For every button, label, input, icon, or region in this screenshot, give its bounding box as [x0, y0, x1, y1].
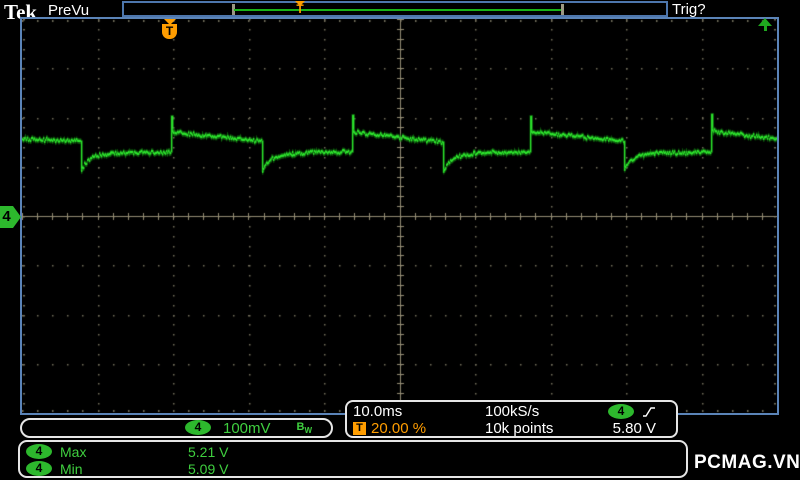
channel-4-position-marker: 4	[0, 206, 21, 228]
oscilloscope-screen: Tek PreVu T Trig? T 4 4 100mV BW 10.0ms …	[0, 0, 800, 480]
record-length: 10k points	[485, 420, 554, 437]
record-window-right-bracket	[561, 4, 564, 15]
trigger-position-percent: 20.00 %	[371, 420, 427, 437]
trigger-position-t: T	[162, 24, 177, 39]
measurement-label: Max	[60, 443, 87, 460]
channel-4-scale: 100mV	[223, 419, 271, 437]
measurement-row-min: 4 Min 5.09 V	[26, 460, 680, 477]
pcmag-watermark: PCMAG.VN	[694, 452, 800, 473]
horizontal-trigger-readout: 10.0ms 100kS/s 4 T 20.00 % 10k points 5.…	[345, 400, 678, 438]
measurement-label: Min	[60, 460, 83, 477]
channel-4-readout: 4 100mV BW	[20, 418, 333, 438]
waveform-canvas	[22, 19, 777, 413]
trigger-source-badge: 4	[608, 404, 634, 419]
sample-rate: 100kS/s	[485, 403, 540, 420]
trigger-source-slope: 4	[597, 403, 670, 420]
measurement-channel-badge: 4	[26, 444, 52, 459]
measurement-value: 5.09 V	[188, 460, 229, 477]
bandwidth-limit-indicator: BW	[296, 420, 313, 436]
trigger-level-offscreen-arrow-icon	[755, 18, 775, 32]
channel-4-badge: 4	[185, 420, 211, 436]
acq-bar-trigger-icon: T	[292, 1, 308, 18]
record-waveform-line	[234, 9, 562, 11]
channel-4-marker-arrow	[13, 206, 21, 228]
measurement-value: 5.21 V	[188, 443, 229, 460]
acquisition-preview-bar: T	[122, 1, 668, 17]
acq-bar-trigger-t: T	[296, 2, 304, 16]
trigger-level-arrow-stem	[763, 26, 767, 31]
channel-4-marker-label: 4	[0, 206, 13, 228]
timebase-scale: 10.0ms	[353, 403, 403, 420]
trigger-level-readout: 5.80 V	[612, 420, 656, 437]
trigger-t-icon: T	[353, 422, 366, 435]
rising-edge-slope-icon	[643, 406, 655, 417]
trigger-status-label: Trig?	[672, 1, 706, 18]
measurement-row-max: 4 Max 5.21 V	[26, 443, 680, 460]
measurement-readout: 4 Max 5.21 V 4 Min 5.09 V	[18, 440, 688, 478]
trigger-level-arrow-head	[758, 18, 772, 26]
trigger-position-readout: T 20.00 %	[353, 420, 485, 437]
measurement-channel-badge: 4	[26, 461, 52, 476]
trigger-position-marker: T	[161, 19, 178, 39]
